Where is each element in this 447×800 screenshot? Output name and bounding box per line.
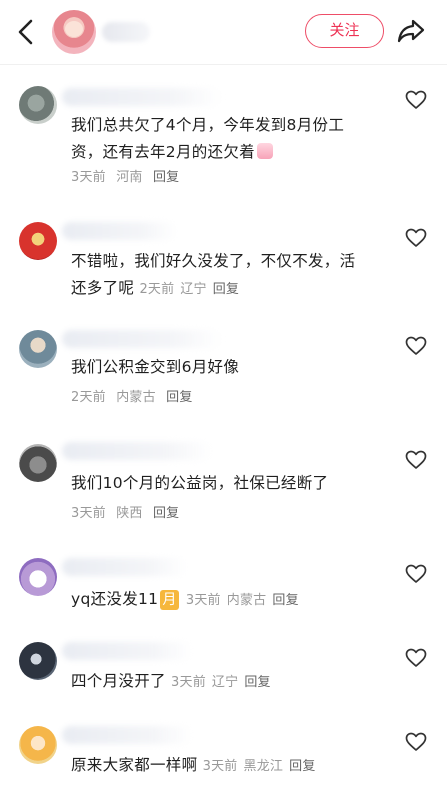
comment-time: 2天前 bbox=[71, 390, 106, 405]
like-heart-icon[interactable] bbox=[405, 336, 427, 356]
comment-location: 河南 bbox=[116, 170, 143, 185]
like-heart-icon[interactable] bbox=[405, 228, 427, 248]
like-heart-icon[interactable] bbox=[405, 732, 427, 752]
comment-time: 3天前 bbox=[202, 759, 238, 774]
commenter-name-blurred bbox=[62, 726, 192, 744]
comment-text: 原来大家都一样啊 3天前 黑龙江 回复 bbox=[71, 752, 391, 780]
comment-meta: 2天前 辽宁 回复 bbox=[139, 282, 245, 297]
commenter-avatar[interactable] bbox=[19, 222, 57, 260]
comment-time: 3天前 bbox=[185, 593, 221, 608]
comment-text-content: 原来大家都一样啊 bbox=[71, 756, 198, 774]
top-bar: 关注 bbox=[0, 0, 447, 64]
comment-text: 我们10个月的公益岗，社保已经断了 bbox=[71, 470, 391, 497]
author-name-blurred bbox=[102, 22, 150, 42]
like-heart-icon[interactable] bbox=[405, 90, 427, 110]
commenter-name-blurred bbox=[62, 642, 192, 660]
comment-meta: 3天前 陕西 回复 bbox=[71, 502, 185, 521]
reply-button[interactable]: 回复 bbox=[153, 170, 179, 185]
comment-text: 四个月没开了 3天前 辽宁 回复 bbox=[71, 668, 391, 696]
commenter-avatar[interactable] bbox=[19, 558, 57, 596]
reply-button[interactable]: 回复 bbox=[166, 390, 192, 405]
bathing-emoji-icon bbox=[256, 143, 273, 159]
comment-text-content: 我们公积金交到6月好像 bbox=[71, 358, 240, 376]
comment-meta: 2天前 内蒙古 回复 bbox=[71, 386, 199, 405]
commenter-name-blurred bbox=[62, 222, 177, 240]
comment-text: 我们总共欠了4个月，今年发到8月份工资，还有去年2月的还欠着 bbox=[71, 112, 371, 166]
comment-time: 2天前 bbox=[139, 282, 175, 297]
commenter-avatar[interactable] bbox=[19, 642, 57, 680]
share-icon[interactable] bbox=[396, 16, 426, 46]
comment-location: 辽宁 bbox=[211, 675, 239, 690]
commenter-name-blurred bbox=[62, 88, 222, 106]
commenter-name-blurred bbox=[62, 442, 212, 460]
commenter-avatar[interactable] bbox=[19, 726, 57, 764]
comment-text: 不错啦，我们好久没发了，不仅不发，活还多了呢 2天前 辽宁 回复 bbox=[71, 248, 371, 303]
comment-time: 3天前 bbox=[171, 675, 206, 690]
like-heart-icon[interactable] bbox=[405, 450, 427, 470]
commenter-avatar[interactable] bbox=[19, 444, 57, 482]
comment-meta: 3天前 黑龙江 回复 bbox=[203, 759, 322, 774]
comment-time: 3天前 bbox=[71, 506, 106, 521]
comment-location: 内蒙古 bbox=[116, 390, 156, 405]
like-heart-icon[interactable] bbox=[405, 648, 427, 668]
comment-text-content: 我们10个月的公益岗，社保已经断了 bbox=[71, 474, 329, 492]
comment-location: 陕西 bbox=[116, 506, 143, 521]
commenter-name-blurred bbox=[62, 558, 187, 576]
comment-text-content: yq还没发11 bbox=[71, 590, 159, 608]
author-avatar[interactable] bbox=[52, 10, 96, 54]
comment-text: yq还没发11 月 3天前 内蒙古 回复 bbox=[71, 586, 391, 614]
commenter-name-blurred bbox=[62, 330, 222, 348]
comment-meta: 3天前 河南 回复 bbox=[71, 166, 185, 185]
comment-text: 我们公积金交到6月好像 bbox=[71, 354, 391, 381]
reply-button[interactable]: 回复 bbox=[213, 282, 239, 297]
commenter-avatar[interactable] bbox=[19, 330, 57, 368]
comment-time: 3天前 bbox=[71, 170, 106, 185]
reply-button[interactable]: 回复 bbox=[272, 593, 298, 608]
like-heart-icon[interactable] bbox=[405, 564, 427, 584]
month-chip: 月 bbox=[160, 590, 179, 610]
comment-meta: 3天前 辽宁 回复 bbox=[171, 675, 277, 690]
reply-button[interactable]: 回复 bbox=[289, 759, 315, 774]
reply-button[interactable]: 回复 bbox=[153, 506, 179, 521]
comment-location: 辽宁 bbox=[180, 282, 207, 297]
header-divider bbox=[0, 64, 447, 65]
commenter-avatar[interactable] bbox=[19, 86, 57, 124]
comment-text-content: 四个月没开了 bbox=[71, 672, 166, 690]
comment-text-content: 我们总共欠了4个月，今年发到8月份工资，还有去年2月的还欠着 bbox=[71, 116, 345, 161]
follow-button[interactable]: 关注 bbox=[305, 14, 384, 48]
back-arrow-icon[interactable] bbox=[14, 18, 38, 46]
comment-location: 内蒙古 bbox=[226, 593, 267, 608]
comment-location: 黑龙江 bbox=[243, 759, 284, 774]
reply-button[interactable]: 回复 bbox=[244, 675, 270, 690]
comment-meta: 3天前 内蒙古 回复 bbox=[186, 593, 305, 608]
